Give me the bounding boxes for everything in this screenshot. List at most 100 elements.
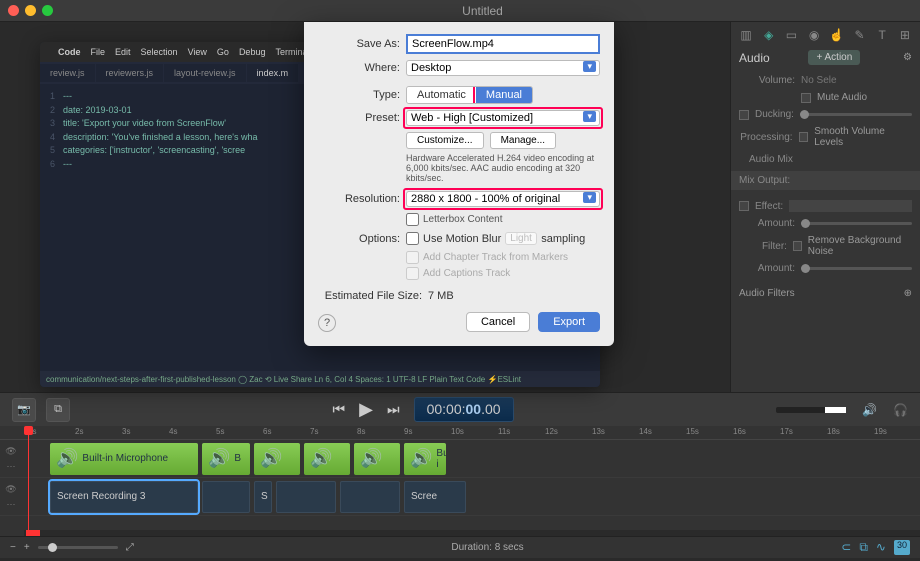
video-clip[interactable]: Screen Recording 3: [50, 481, 198, 513]
transport-bar: 📷 ⧉ ⏮ ▶ ⏭ 00:00:00.00 🔊 🎧: [0, 392, 920, 426]
video-track[interactable]: 👁 ⋯ Screen Recording 3 S Scree: [0, 478, 920, 516]
preset-select[interactable]: Web - High [Customized]: [406, 110, 600, 126]
snap-icon[interactable]: ⊂: [841, 540, 851, 555]
saveas-input[interactable]: [406, 34, 600, 54]
inspector-tool-row: ▥ ◈ ▭ ◉ ☝ ✎ T ⊞: [739, 28, 912, 42]
speaker-icon: 🔊: [410, 448, 432, 469]
type-automatic[interactable]: Automatic: [407, 87, 476, 103]
ruler-mark: 16s: [733, 427, 746, 436]
minimize-icon[interactable]: [25, 5, 36, 16]
speaker-icon: 🔊: [260, 448, 282, 469]
layout-icon[interactable]: ⊞: [898, 28, 912, 42]
audio-clip[interactable]: 🔊 Built-in Microphone: [50, 443, 198, 475]
wave-icon[interactable]: ∿: [876, 540, 886, 555]
touch-icon[interactable]: ☝: [830, 28, 844, 42]
audio-clip[interactable]: 🔊: [304, 443, 350, 475]
timeline-scrubber[interactable]: [24, 530, 920, 536]
motionblur-checkbox[interactable]: [406, 232, 419, 245]
type-segment[interactable]: Automatic Manual: [406, 86, 533, 104]
effect-select[interactable]: [789, 200, 912, 212]
zoom-out-icon[interactable]: −: [10, 542, 16, 553]
playhead[interactable]: [28, 426, 29, 536]
video-clip[interactable]: [202, 481, 250, 513]
ruler-mark: 6s: [263, 427, 271, 436]
ruler-mark: 9s: [404, 427, 412, 436]
removebg-checkbox[interactable]: [793, 241, 802, 251]
add-action-button[interactable]: + Action: [808, 50, 860, 65]
sampling-select[interactable]: Light: [505, 232, 537, 245]
editor-statusbar: communication/next-steps-after-first-pub…: [40, 371, 600, 387]
speaker-icon: 🔊: [56, 448, 78, 469]
zoom-slider[interactable]: [38, 546, 118, 549]
fps-badge[interactable]: 30: [894, 540, 910, 555]
add-filter-icon[interactable]: ⊕: [904, 288, 912, 299]
eye-icon[interactable]: 👁: [5, 446, 16, 457]
lock-icon[interactable]: ⋯: [7, 461, 16, 472]
audio-props-icon[interactable]: ◈: [762, 28, 776, 42]
text-icon[interactable]: T: [875, 28, 889, 42]
ducking-slider[interactable]: [800, 113, 912, 116]
ruler-mark: 19s: [874, 427, 887, 436]
ruler-mark: 14s: [639, 427, 652, 436]
video-props-icon[interactable]: ▥: [739, 28, 753, 42]
help-icon[interactable]: ?: [318, 314, 336, 332]
record-button[interactable]: 📷: [12, 398, 36, 422]
fit-icon[interactable]: ⤢: [126, 542, 134, 553]
lock-icon[interactable]: ⋯: [7, 499, 16, 510]
clip-label: Built-in Microphone: [82, 453, 168, 464]
zoom-icon[interactable]: [42, 5, 53, 16]
manage-button[interactable]: Manage...: [490, 132, 556, 149]
video-clip[interactable]: S: [254, 481, 272, 513]
video-clip[interactable]: [340, 481, 400, 513]
timeline[interactable]: 1s2s3s4s5s6s7s8s9s10s11s12s13s14s15s16s1…: [0, 426, 920, 536]
rewind-icon[interactable]: ⏮: [333, 401, 346, 418]
timeline-ruler[interactable]: 1s2s3s4s5s6s7s8s9s10s11s12s13s14s15s16s1…: [0, 426, 920, 440]
audio-clip[interactable]: 🔊B: [202, 443, 250, 475]
annotations-icon[interactable]: ✎: [853, 28, 867, 42]
video-clip[interactable]: Scree: [404, 481, 466, 513]
effect-checkbox[interactable]: [739, 201, 749, 211]
est-label: Estimated File Size:: [318, 290, 422, 302]
audio-clip[interactable]: 🔊Built-i: [404, 443, 446, 475]
editor-app-name: Code: [58, 47, 81, 57]
audio-clip[interactable]: 🔊: [254, 443, 300, 475]
smooth-checkbox[interactable]: [799, 132, 809, 142]
link-icon[interactable]: ⧉: [859, 540, 868, 555]
where-label: Where:: [318, 62, 400, 74]
play-icon[interactable]: ▶: [359, 399, 373, 420]
effect-amount-slider[interactable]: [801, 222, 912, 225]
crop-button[interactable]: ⧉: [46, 398, 70, 422]
ruler-mark: 7s: [310, 427, 318, 436]
type-manual[interactable]: Manual: [476, 87, 532, 103]
resolution-select[interactable]: 2880 x 1800 - 100% of original: [406, 191, 600, 207]
close-icon[interactable]: [8, 5, 19, 16]
clip-label: B: [234, 453, 241, 464]
timecode-display: 00:00:00.00: [414, 397, 514, 422]
mute-checkbox[interactable]: [801, 93, 811, 103]
cancel-button[interactable]: Cancel: [466, 312, 530, 332]
audio-clip[interactable]: 🔊: [354, 443, 400, 475]
duration-label: Duration: 8 secs: [142, 542, 834, 553]
titlebar: Untitled: [0, 0, 920, 22]
video-clip[interactable]: [276, 481, 336, 513]
audio-track[interactable]: 👁⋯ 🔊Built-in Microphone🔊B🔊🔊🔊🔊Built-i: [0, 440, 920, 478]
window-traffic-lights[interactable]: [8, 5, 53, 16]
headphone-icon[interactable]: 🎧: [893, 403, 908, 417]
letterbox-checkbox[interactable]: [406, 213, 419, 226]
export-button[interactable]: Export: [538, 312, 600, 332]
audio-meter: [776, 407, 846, 413]
eye-icon[interactable]: 👁: [5, 484, 16, 495]
callout-icon[interactable]: ◉: [807, 28, 821, 42]
where-select[interactable]: Desktop: [406, 60, 600, 76]
filter-amount-slider[interactable]: [801, 267, 912, 270]
clip-label: S: [261, 491, 268, 502]
ducking-checkbox[interactable]: [739, 110, 749, 120]
screen-rec-icon[interactable]: ▭: [784, 28, 798, 42]
customize-button[interactable]: Customize...: [406, 132, 484, 149]
resolution-label: Resolution:: [318, 193, 400, 205]
type-label: Type:: [318, 89, 400, 101]
zoom-in-icon[interactable]: +: [24, 542, 30, 553]
forward-icon[interactable]: ⏭: [387, 401, 400, 418]
speaker-icon[interactable]: 🔊: [862, 403, 877, 417]
gear-icon[interactable]: ⚙: [903, 52, 912, 63]
